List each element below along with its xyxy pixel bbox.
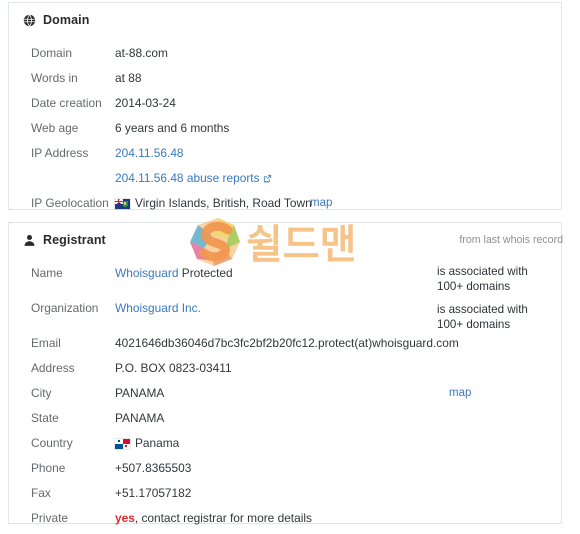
- organization-associated-note: is associated with 100+ domains: [437, 303, 528, 331]
- row-label-organization: Organization: [31, 301, 99, 315]
- row-value-email: 4021646db36046d7bc3fc2bf2b20fc12.protect…: [115, 336, 459, 350]
- table-row: IP Geolocation Virgin Islands, British, …: [9, 191, 561, 216]
- row-label-state: State: [31, 411, 59, 425]
- table-row: Date creation 2014-03-24: [9, 91, 561, 116]
- row-label-ip-address: IP Address: [31, 146, 89, 160]
- row-label-phone: Phone: [31, 461, 66, 475]
- table-row: 204.11.56.48 abuse reports: [9, 166, 561, 191]
- city-map-link[interactable]: map: [449, 381, 471, 406]
- ip-address-link[interactable]: 204.11.56.48: [115, 146, 184, 160]
- row-value-state: PANAMA: [115, 411, 165, 425]
- table-row: City PANAMA map: [9, 381, 561, 406]
- table-row: Country Panama: [9, 431, 561, 456]
- row-value-phone: +507.8365503: [115, 461, 192, 475]
- whois-report-page: Domain Domain at-88.com Words in at 88 D…: [0, 0, 580, 534]
- globe-icon: [23, 14, 36, 27]
- user-icon: [23, 234, 36, 247]
- row-label-email: Email: [31, 336, 61, 350]
- row-value-domain: at-88.com: [115, 46, 168, 60]
- table-row: Domain at-88.com: [9, 41, 561, 66]
- registrant-section-title: Registrant: [43, 233, 106, 247]
- table-row: State PANAMA: [9, 406, 561, 431]
- abuse-reports-link[interactable]: 204.11.56.48 abuse reports: [115, 171, 272, 185]
- private-status-badge: yes: [115, 511, 135, 525]
- registrant-name-link[interactable]: Whoisguard: [115, 266, 178, 280]
- row-value-fax: +51.17057182: [115, 486, 192, 500]
- registrant-name-suffix: Protected: [181, 266, 233, 280]
- row-label-fax: Fax: [31, 486, 51, 500]
- row-label-private: Private: [31, 511, 69, 525]
- external-link-icon: [263, 167, 272, 183]
- row-value-web-age: 6 years and 6 months: [115, 121, 230, 135]
- bvi-flag-icon: [115, 198, 130, 209]
- panama-flag-icon: [115, 438, 130, 449]
- row-value-words-in: at 88: [115, 71, 142, 85]
- domain-rows: Domain at-88.com Words in at 88 Date cre…: [9, 41, 561, 216]
- registrant-section-header: Registrant: [23, 233, 106, 247]
- table-row: Words in at 88: [9, 66, 561, 91]
- row-value-ip-geolocation: Virgin Islands, British, Road Town: [135, 196, 312, 210]
- row-value-address: P.O. BOX 0823-03411: [115, 361, 232, 375]
- row-label-words-in: Words in: [31, 71, 78, 85]
- row-label-city: City: [31, 386, 52, 400]
- row-label-name: Name: [31, 266, 63, 280]
- row-label-date-creation: Date creation: [31, 96, 102, 110]
- row-label-ip-geolocation: IP Geolocation: [31, 196, 109, 210]
- table-row: Web age 6 years and 6 months: [9, 116, 561, 141]
- row-label-address: Address: [31, 361, 75, 375]
- row-label-domain: Domain: [31, 46, 72, 60]
- abuse-reports-label: 204.11.56.48 abuse reports: [115, 171, 260, 185]
- table-row: Private yes, contact registrar for more …: [9, 506, 561, 531]
- registrant-organization-link[interactable]: Whoisguard Inc.: [115, 301, 201, 315]
- table-row: Phone +507.8365503: [9, 456, 561, 481]
- private-status-detail: , contact registrar for more details: [134, 511, 312, 525]
- domain-section-header: Domain: [23, 13, 89, 27]
- name-associated-note: is associated with 100+ domains: [437, 265, 528, 293]
- table-row: Fax +51.17057182: [9, 481, 561, 506]
- table-row: Email 4021646db36046d7bc3fc2bf2b20fc12.p…: [9, 331, 561, 356]
- whois-source-note: from last whois record: [459, 234, 563, 246]
- table-row: Address P.O. BOX 0823-03411: [9, 356, 561, 381]
- row-value-country: Panama: [135, 436, 180, 450]
- row-label-country: Country: [31, 436, 73, 450]
- domain-section-title: Domain: [43, 13, 90, 27]
- geolocation-map-link[interactable]: map: [310, 191, 332, 216]
- domain-card: Domain Domain at-88.com Words in at 88 D…: [8, 2, 562, 210]
- table-row: IP Address 204.11.56.48: [9, 141, 561, 166]
- row-value-date-creation: 2014-03-24: [115, 96, 176, 110]
- row-value-city: PANAMA: [115, 386, 165, 400]
- row-label-web-age: Web age: [31, 121, 79, 135]
